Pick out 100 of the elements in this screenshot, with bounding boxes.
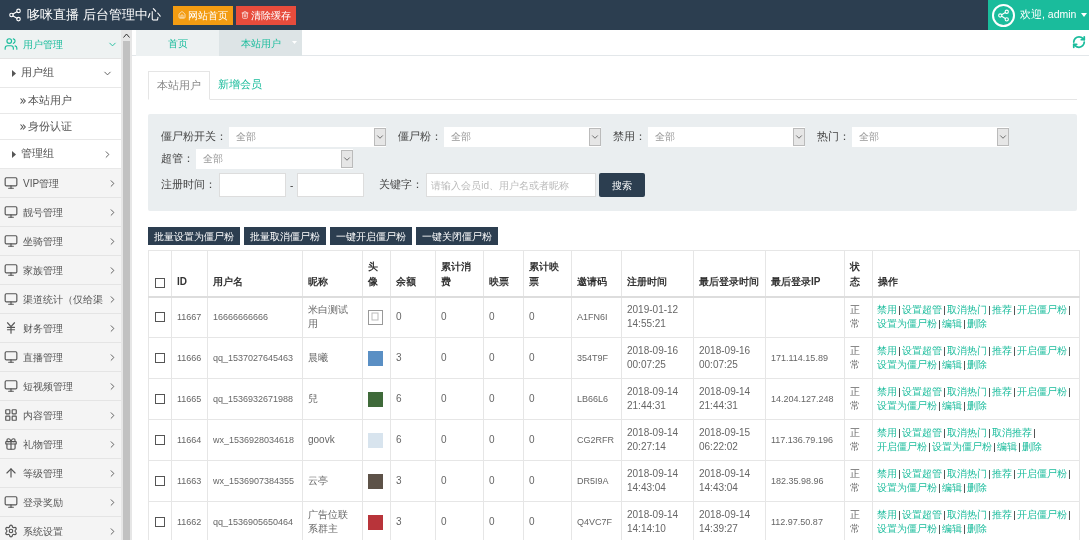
batch-action-button[interactable]: 批量设置为僵尸粉	[148, 227, 240, 245]
page-tab[interactable]: 本站用户	[219, 30, 302, 56]
action-link[interactable]: 禁用	[877, 427, 897, 438]
action-link[interactable]: 开启僵尸粉	[1017, 386, 1067, 397]
sidebar-item[interactable]: 用户管理	[0, 30, 121, 59]
table-cell-text: 2018-09-16 00:07:25	[627, 344, 680, 372]
action-link[interactable]: 设置为僵尸粉	[877, 523, 937, 534]
table-cell-text: 0	[529, 351, 536, 365]
row-checkbox[interactable]	[155, 312, 165, 323]
action-link[interactable]: 禁用	[877, 509, 897, 520]
action-link[interactable]: 设置超管	[902, 304, 942, 316]
chevron-icon	[374, 128, 386, 146]
action-link[interactable]: 删除	[967, 400, 987, 411]
action-link[interactable]: 设置超管	[902, 427, 942, 438]
action-link[interactable]: 推荐	[992, 468, 1012, 479]
action-link[interactable]: 取消热门	[947, 386, 987, 397]
sidebar-subitem[interactable]: 管理组	[0, 140, 121, 169]
action-link[interactable]: 推荐	[992, 345, 1012, 356]
action-link[interactable]: 禁用	[877, 468, 897, 479]
table-cell-text: 正常	[850, 426, 861, 454]
filter-select[interactable]: 全部	[648, 127, 805, 147]
action-link[interactable]: 删除	[967, 523, 987, 534]
table-cell-text: 0	[396, 310, 403, 325]
start-date-field[interactable]	[219, 173, 286, 197]
action-link[interactable]: 删除	[967, 359, 987, 370]
filter-select[interactable]: 全部	[444, 127, 601, 147]
batch-action-button[interactable]: 一键开启僵尸粉	[330, 227, 412, 245]
action-link[interactable]: 设置超管	[902, 386, 942, 397]
row-checkbox[interactable]	[155, 353, 165, 363]
double-chevron-icon	[20, 123, 26, 130]
action-link[interactable]: 设置为僵尸粉	[932, 441, 992, 452]
action-link[interactable]: 设置超管	[902, 468, 942, 479]
action-link[interactable]: 开启僵尸粉	[877, 441, 927, 452]
action-link[interactable]: 编辑	[942, 523, 962, 534]
search-button[interactable]: 搜索	[599, 173, 646, 197]
clear-cache-button[interactable]: 清除缓存	[235, 5, 296, 25]
action-link[interactable]: 推荐	[992, 304, 1012, 316]
column-header: 累计映票	[529, 259, 560, 289]
select-all-checkbox[interactable]	[155, 277, 165, 288]
row-checkbox[interactable]	[155, 517, 165, 527]
row-checkbox[interactable]	[155, 435, 165, 445]
table-cell-text: 0	[441, 310, 448, 325]
action-link[interactable]: 开启僵尸粉	[1017, 345, 1067, 356]
row-checkbox[interactable]	[155, 476, 165, 486]
action-link[interactable]: 设置为僵尸粉	[877, 400, 937, 411]
action-link[interactable]: 取消热门	[947, 468, 987, 479]
action-link[interactable]: 删除	[1022, 441, 1042, 452]
filter-select[interactable]: 全部	[229, 127, 386, 147]
action-link[interactable]: 取消热门	[947, 509, 987, 520]
action-link[interactable]: 设置为僵尸粉	[877, 318, 937, 330]
content-tab[interactable]: 新增会员	[210, 71, 270, 99]
table-cell-text: 11663	[177, 475, 202, 488]
action-link[interactable]: 禁用	[877, 304, 897, 316]
action-link[interactable]: 推荐	[992, 386, 1012, 397]
batch-action-button[interactable]: 批量取消僵尸粉	[244, 227, 326, 245]
action-link[interactable]: 开启僵尸粉	[1017, 468, 1067, 479]
action-link[interactable]: 取消热门	[947, 427, 987, 438]
action-link[interactable]: 开启僵尸粉	[1017, 509, 1067, 520]
action-link[interactable]: 设置超管	[902, 345, 942, 356]
action-link[interactable]: 开启僵尸粉	[1017, 304, 1067, 316]
action-link[interactable]: 禁用	[877, 345, 897, 356]
row-checkbox[interactable]	[155, 394, 165, 404]
sidebar-link[interactable]: 身份认证	[0, 114, 121, 140]
filter-select[interactable]: 全部	[196, 149, 353, 169]
menu-icon	[4, 234, 18, 248]
table-cell-text: 2019-01-12 14:55:21	[627, 303, 680, 332]
table-cell-text: 云亭	[308, 474, 329, 488]
table-cell-text: DR5I9A	[577, 475, 610, 488]
action-link[interactable]: 编辑	[942, 400, 962, 411]
double-chevron-icon	[20, 97, 26, 104]
action-link[interactable]: 编辑	[942, 359, 962, 370]
action-link[interactable]: 禁用	[877, 386, 897, 397]
content-tab[interactable]: 本站用户	[148, 71, 210, 100]
action-link[interactable]: 删除	[967, 318, 987, 330]
action-link[interactable]: 设置超管	[902, 509, 942, 520]
action-link[interactable]: 推荐	[992, 509, 1012, 520]
action-link[interactable]: 设置为僵尸粉	[877, 359, 937, 370]
action-link[interactable]: 取消推荐	[992, 427, 1032, 438]
action-link[interactable]: 删除	[967, 482, 987, 493]
column-header: ID	[177, 274, 188, 289]
table-cell-text: 0	[441, 433, 448, 447]
scroll-up-icon[interactable]	[123, 33, 130, 38]
site-home-button[interactable]: 网站首页	[172, 5, 233, 25]
end-date-field[interactable]	[297, 173, 365, 197]
action-link[interactable]: 编辑	[997, 441, 1017, 452]
share-avatar-icon	[992, 3, 1015, 27]
batch-action-button[interactable]: 一键关闭僵尸粉	[416, 227, 498, 245]
sidebar-link[interactable]: 本站用户	[0, 88, 121, 114]
table-cell-text: 晨曦	[308, 351, 329, 365]
sidebar-subitem[interactable]: 用户组	[0, 59, 121, 88]
action-link[interactable]: 取消热门	[947, 304, 987, 316]
action-link[interactable]: 编辑	[942, 318, 962, 330]
page-tab[interactable]: 首页	[136, 30, 219, 56]
user-menu[interactable]: 欢迎, admin	[988, 0, 1089, 30]
action-link[interactable]: 设置为僵尸粉	[877, 482, 937, 493]
filter-select[interactable]: 全部	[852, 127, 1009, 147]
menu-icon	[4, 37, 18, 51]
action-link[interactable]: 编辑	[942, 482, 962, 493]
action-link[interactable]: 取消热门	[947, 345, 987, 356]
scrollbar[interactable]	[121, 30, 132, 540]
